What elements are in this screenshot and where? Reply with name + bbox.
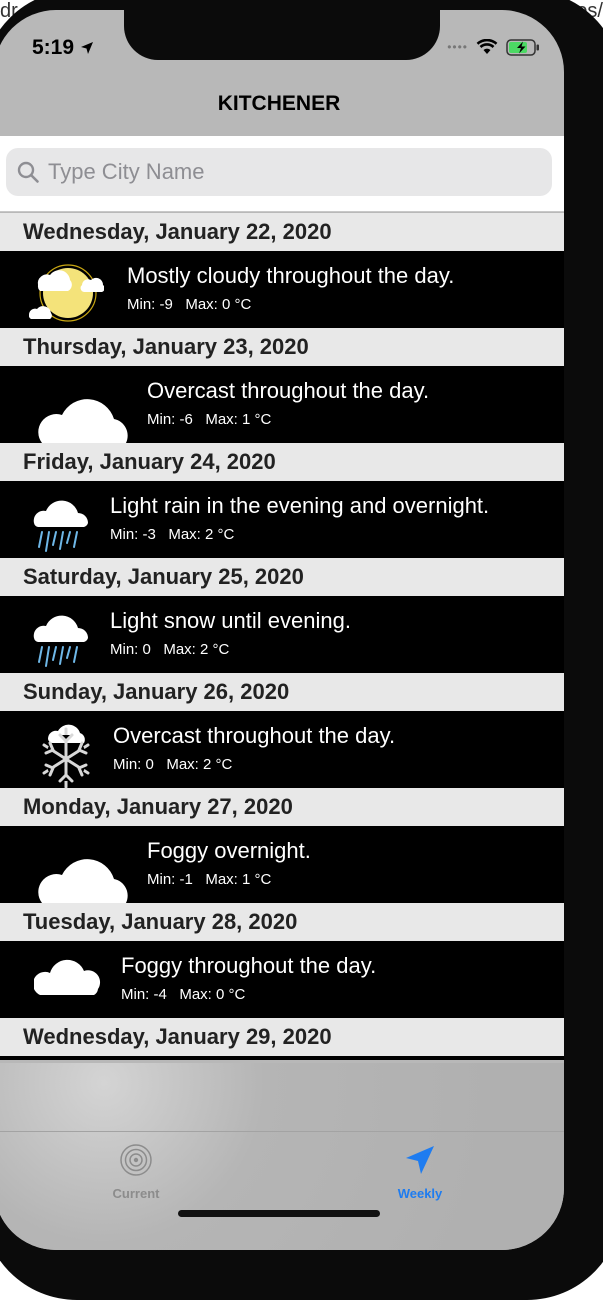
forecast-summary: Foggy overnight. <box>147 838 311 863</box>
day-header: Wednesday, January 29, 2020 <box>0 1018 564 1056</box>
home-indicator[interactable] <box>178 1210 380 1217</box>
battery-charging-icon <box>506 38 539 56</box>
day-header: Tuesday, January 28, 2020 <box>0 903 564 941</box>
cloud-icon <box>38 859 128 903</box>
search-input[interactable] <box>48 159 528 185</box>
page-title: KITCHENER <box>217 92 341 115</box>
search-field[interactable] <box>6 148 552 196</box>
tab-bar-divider <box>0 1131 564 1132</box>
search-bar <box>0 136 564 212</box>
forecast-summary: Mostly cloudy throughout the day. <box>127 263 455 288</box>
forecast-summary: Light rain in the evening and overnight. <box>110 493 490 518</box>
day-header: Saturday, January 25, 2020 <box>0 558 564 596</box>
tab-weekly-label: Weekly <box>397 1186 443 1201</box>
forecast-temps: Min: 0 Max: 2 °C <box>110 641 230 658</box>
day-header: Wednesday, January 22, 2020 <box>0 213 564 251</box>
location-status-icon <box>80 42 93 54</box>
forecast-temps: Min: 0 Max: 2 °C <box>113 756 233 773</box>
forecast-row[interactable]: Foggy throughout the day. Min: -4 Max: 0… <box>0 941 564 1018</box>
forecast-temps: Min: -9 Max: 0 °C <box>127 296 252 313</box>
forecast-summary: Overcast throughout the day. <box>113 723 396 748</box>
forecast-row[interactable]: Mostly cloudy throughout the day. Min: -… <box>0 251 564 328</box>
day-header: Friday, January 24, 2020 <box>0 443 564 481</box>
phone-frame: 5:19 •••• KITCHENER Type City Name Wedne… <box>0 0 603 1300</box>
status-time-label: 5:19 <box>32 36 75 59</box>
forecast-temps: Min: -1 Max: 1 °C <box>147 871 272 888</box>
tab-bar: Current Weekly <box>0 1063 564 1250</box>
search-icon <box>17 161 39 183</box>
forecast-row[interactable]: Light rain in the evening and overnight.… <box>0 481 564 558</box>
forecast-list[interactable]: Wednesday, January 22, 2020 Mostly cloud… <box>0 213 564 1060</box>
status-time: 5:19 <box>32 36 94 60</box>
day-header: Sunday, January 26, 2020 <box>0 673 564 711</box>
cloud-icon <box>38 399 128 443</box>
forecast-summary: Light snow until evening. <box>110 608 351 633</box>
screen: 5:19 •••• KITCHENER Type City Name Wedne… <box>0 10 564 1250</box>
forecast-summary: Foggy throughout the day. <box>121 953 377 978</box>
radar-icon <box>120 1144 152 1176</box>
location-arrow-icon <box>406 1146 434 1174</box>
forecast-summary: Overcast throughout the day. <box>147 378 430 403</box>
forecast-temps: Min: -6 Max: 1 °C <box>147 411 272 428</box>
wifi-icon <box>476 39 498 54</box>
rain-icon <box>33 500 88 552</box>
partly-cloudy-day-icon <box>28 264 104 322</box>
tab-current[interactable]: Current <box>76 1143 196 1201</box>
forecast-row[interactable]: Foggy overnight. Min: -1 Max: 1 °C <box>0 826 564 903</box>
day-header: Monday, January 27, 2020 <box>0 788 564 826</box>
tab-weekly[interactable]: Weekly <box>360 1143 480 1201</box>
tab-current-label: Current <box>112 1186 160 1201</box>
forecast-row[interactable]: Light snow until evening. Min: 0 Max: 2 … <box>0 596 564 673</box>
snow-icon <box>42 724 90 789</box>
forecast-temps: Min: -4 Max: 0 °C <box>121 986 246 1003</box>
status-indicators: •••• <box>447 36 540 58</box>
forecast-row[interactable]: Overcast throughout the day. Min: 0 Max:… <box>0 711 564 789</box>
cloud-icon <box>34 959 100 995</box>
forecast-row[interactable]: Overcast throughout the day. Min: -6 Max… <box>0 366 564 443</box>
signal-icon: •••• <box>447 40 468 54</box>
day-header: Thursday, January 23, 2020 <box>0 328 564 366</box>
forecast-row[interactable] <box>0 1056 564 1060</box>
notch <box>124 10 440 60</box>
rain-icon <box>33 615 88 667</box>
forecast-temps: Min: -3 Max: 2 °C <box>110 526 235 543</box>
